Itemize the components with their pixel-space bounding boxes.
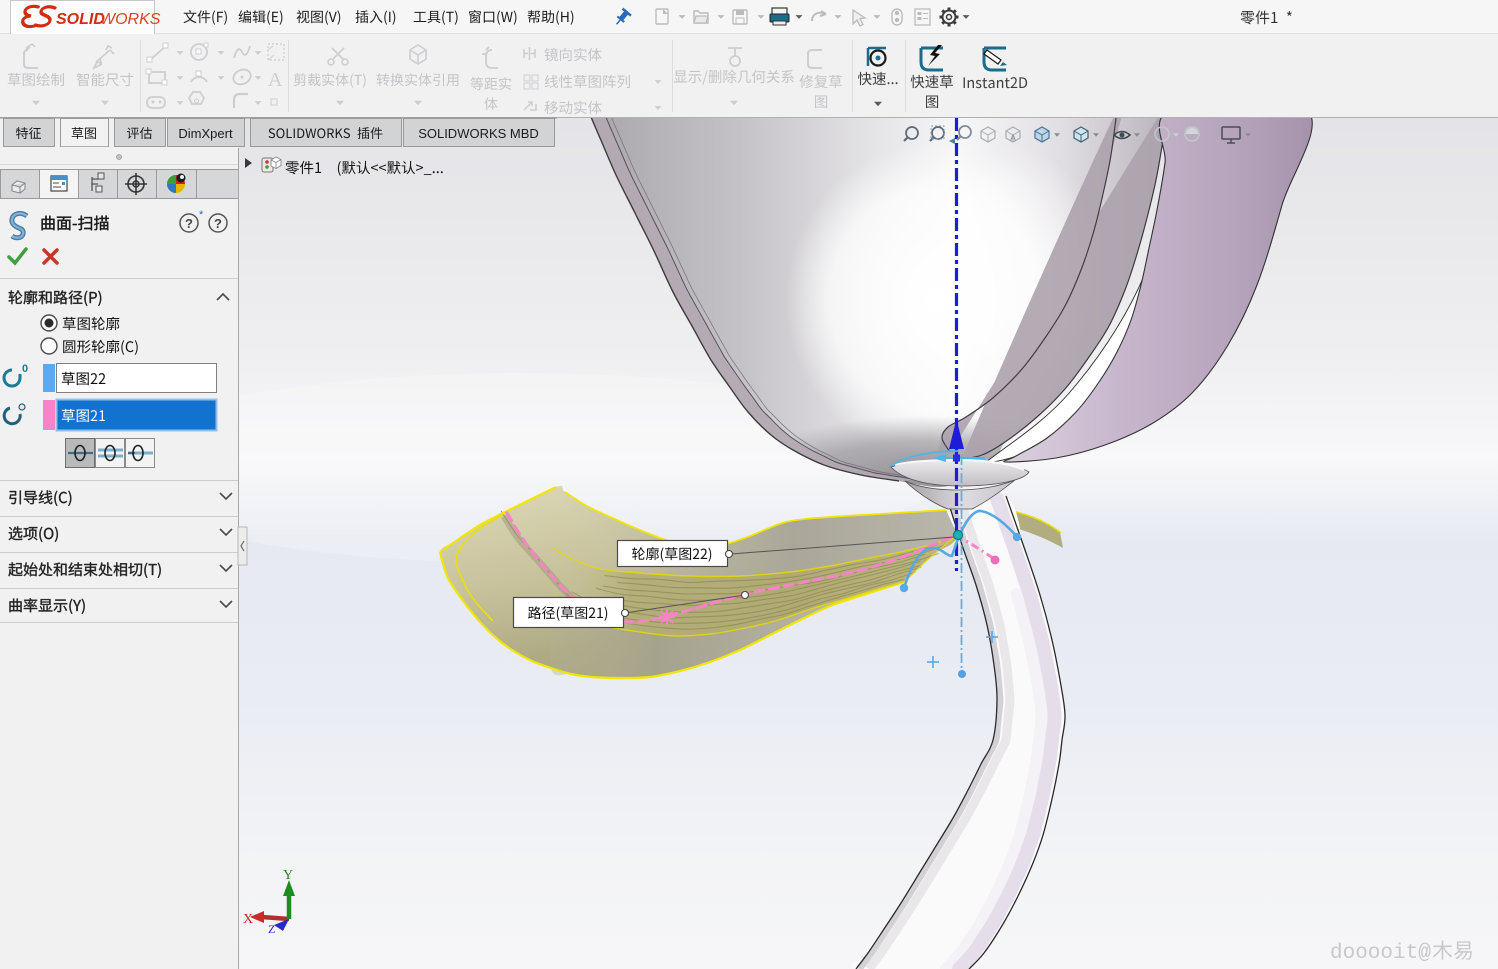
svg-text:Z: Z — [268, 922, 275, 936]
svg-text:DimXpert: DimXpert — [178, 126, 233, 141]
svg-text:X: X — [243, 912, 253, 927]
svg-text:*: * — [199, 209, 204, 221]
svg-text:?: ? — [185, 216, 193, 231]
svg-text:SOLIDWORKS MBD: SOLIDWORKS MBD — [418, 126, 539, 141]
svg-text:0: 0 — [22, 363, 28, 375]
svg-text:Y: Y — [283, 868, 293, 883]
svg-text:dooooit@: dooooit@ — [1330, 942, 1431, 965]
svg-text:A: A — [1010, 133, 1016, 143]
svg-text:SOLID: SOLID — [56, 11, 105, 28]
svg-text:?: ? — [214, 216, 222, 231]
svg-text:A: A — [268, 69, 283, 91]
svg-text:WORKS: WORKS — [100, 11, 161, 28]
